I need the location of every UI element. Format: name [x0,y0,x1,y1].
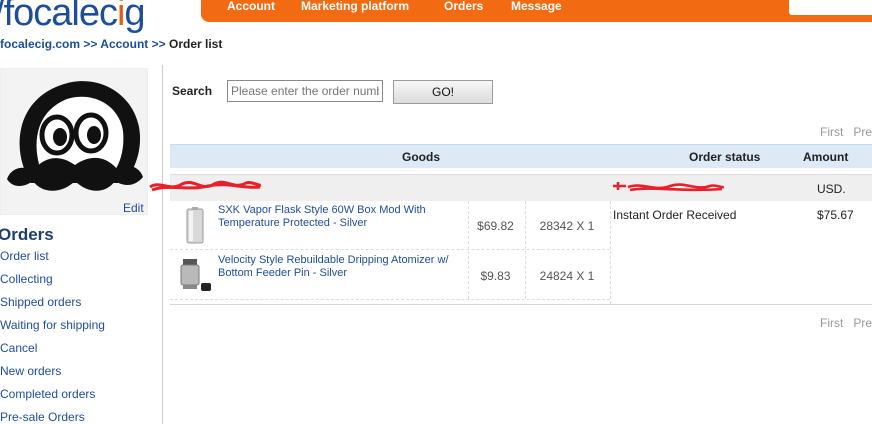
item-quantity: 24824 X 1 [539,269,595,283]
header-goods: Goods [402,150,440,164]
top-search-box[interactable] [789,0,872,15]
item-title[interactable]: SXK Vapor Flask Style 60W Box Mod With T… [218,204,458,230]
menu-shipped-orders[interactable]: Shipped orders [0,295,105,318]
atomizer-icon[interactable] [175,257,213,295]
main-content: Search GO! First Pre Goods Order status A… [149,65,872,424]
redaction-scribble-icon [613,182,725,192]
order-item-row: Velocity Style Rebuildable Dripping Atom… [170,251,610,300]
redaction-scribble-icon [149,180,262,192]
nav-orders[interactable]: Orders [444,0,483,13]
order-block: USD. SXK Vapor Flask Style 60W Box Mod W… [149,174,872,305]
nav-marketing-platform[interactable]: Marketing platform [301,0,409,13]
menu-completed-orders[interactable]: Completed orders [0,387,105,410]
mustache-face-avatar-icon [7,81,143,191]
order-currency: USD. [817,182,846,196]
sidebar: Edit Orders Order list Collecting Shippe… [0,65,163,424]
avatar: Edit [0,68,148,215]
pager-prev[interactable]: Pre [853,316,872,330]
pager-first[interactable]: First [820,125,843,139]
order-item-row: SXK Vapor Flask Style 60W Box Mod With T… [170,201,610,250]
item-price: $9.83 [480,269,511,283]
menu-order-list[interactable]: Order list [0,249,105,272]
item-price: $69.82 [477,219,514,233]
item-title[interactable]: Velocity Style Rebuildable Dripping Atom… [218,254,458,280]
menu-waiting-for-shipping[interactable]: Waiting for shipping [0,318,105,341]
breadcrumb-home[interactable]: focalecig.com [0,37,80,51]
breadcrumb-current: Order list [168,37,223,51]
breadcrumb-separator: >> [151,37,166,51]
menu-cancel[interactable]: Cancel [0,341,105,364]
order-number-search-input[interactable] [227,80,383,102]
menu-pre-sale-orders[interactable]: Pre-sale Orders [0,410,105,424]
site-logo[interactable]: /focalecig [0,0,146,35]
breadcrumb-separator: >> [83,37,98,51]
order-status: Instant Order Received [613,208,737,222]
edit-avatar-link[interactable]: Edit [123,201,144,215]
pager-top: First Pre [820,125,872,139]
orders-menu: Order list Collecting Shipped orders Wai… [0,249,105,424]
pager-bottom: First Pre [820,316,872,330]
search-label: Search [172,84,213,98]
orders-table-header: Goods Order status Amount [170,144,872,168]
order-summary-row: USD. [149,174,872,201]
menu-collecting[interactable]: Collecting [0,272,105,295]
orders-heading: Orders [0,225,54,244]
box-mod-icon[interactable] [175,207,213,245]
header-order-status: Order status [689,150,761,164]
top-nav-bar: Account Marketing platform Orders Messag… [201,0,872,22]
nav-message[interactable]: Message [511,0,562,13]
header-amount: Amount [803,150,849,164]
pager-first[interactable]: First [820,316,843,330]
menu-new-orders[interactable]: New orders [0,364,105,387]
breadcrumb-account[interactable]: Account [100,37,148,51]
item-quantity: 28342 X 1 [539,219,595,233]
go-button[interactable]: GO! [393,80,493,104]
order-amount: $75.67 [817,208,854,222]
nav-account[interactable]: Account [227,0,275,13]
pager-prev[interactable]: Pre [853,125,872,139]
breadcrumb: focalecig.com >> Account >> Order list [0,37,222,51]
